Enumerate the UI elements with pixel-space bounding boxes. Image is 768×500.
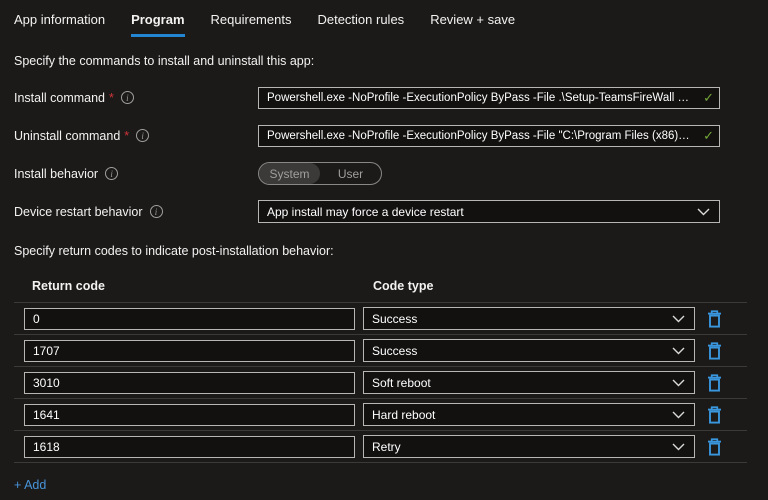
return-codes-table: Return code Code type Success Success <box>14 279 747 463</box>
chevron-down-icon <box>672 379 685 386</box>
info-icon[interactable]: i <box>105 167 119 180</box>
code-type-dropdown[interactable]: Success <box>363 307 695 330</box>
code-type-dropdown[interactable]: Soft reboot <box>363 371 695 394</box>
trash-icon <box>707 373 721 392</box>
uninstall-command-label-text: Uninstall command <box>14 128 121 143</box>
tab-app-information[interactable]: App information <box>14 12 105 37</box>
return-code-input[interactable] <box>24 307 355 330</box>
code-type-value: Success <box>372 311 418 326</box>
commands-intro-text: Specify the commands to install and unin… <box>14 54 315 68</box>
chevron-down-icon <box>672 443 685 450</box>
return-code-input[interactable] <box>24 371 355 394</box>
return-code-input[interactable] <box>24 403 355 426</box>
delete-row-button[interactable] <box>704 309 724 329</box>
device-restart-value: App install may force a device restart <box>267 204 464 219</box>
valid-check-icon: ✓ <box>703 127 714 143</box>
code-type-value: Success <box>372 343 418 358</box>
info-icon[interactable]: i <box>120 91 134 104</box>
delete-row-button[interactable] <box>704 373 724 393</box>
return-code-row: Success <box>14 334 747 366</box>
return-code-input[interactable] <box>24 435 355 458</box>
install-command-row: Install command * i Powershell.exe -NoPro… <box>14 86 754 109</box>
toggle-option-system[interactable]: System <box>259 163 320 184</box>
trash-icon <box>707 405 721 424</box>
install-command-input[interactable]: Powershell.exe -NoProfile -ExecutionPoli… <box>258 86 720 109</box>
program-tab-page: App information Program Requirements Det… <box>0 0 768 494</box>
tab-review-save[interactable]: Review + save <box>430 12 515 37</box>
header-return-code: Return code <box>32 279 105 293</box>
device-restart-label-text: Device restart behavior <box>14 204 143 219</box>
install-behavior-control: System User <box>258 162 720 185</box>
tab-program[interactable]: Program <box>131 12 185 37</box>
install-behavior-label: Install behavior i <box>14 167 258 181</box>
tab-detection-rules[interactable]: Detection rules <box>317 12 404 37</box>
chevron-down-icon <box>672 411 685 418</box>
tab-requirements[interactable]: Requirements <box>211 12 292 37</box>
delete-row-button[interactable] <box>704 405 724 425</box>
chevron-down-icon <box>672 315 685 322</box>
install-command-label-text: Install command <box>14 90 106 105</box>
install-behavior-label-text: Install behavior <box>14 166 99 181</box>
device-restart-control: App install may force a device restart <box>258 200 720 223</box>
code-type-value: Retry <box>372 439 401 454</box>
uninstall-command-value: Powershell.exe -NoProfile -ExecutionPoli… <box>267 129 690 142</box>
return-code-row: Success <box>14 302 747 334</box>
code-type-value: Soft reboot <box>372 375 431 390</box>
valid-check-icon: ✓ <box>703 89 714 105</box>
wizard-tab-bar: App information Program Requirements Det… <box>14 12 754 37</box>
code-type-dropdown[interactable]: Success <box>363 339 695 362</box>
code-type-value: Hard reboot <box>372 407 436 422</box>
delete-row-button[interactable] <box>704 437 724 457</box>
return-code-row: Retry <box>14 430 747 463</box>
return-code-row: Hard reboot <box>14 398 747 430</box>
code-type-dropdown[interactable]: Hard reboot <box>363 403 695 426</box>
trash-icon <box>707 309 721 328</box>
required-marker: * <box>109 90 114 105</box>
chevron-down-icon <box>672 347 685 354</box>
trash-icon <box>707 341 721 360</box>
install-command-control: Powershell.exe -NoProfile -ExecutionPoli… <box>258 86 720 109</box>
return-codes-header-row: Return code Code type <box>14 279 747 302</box>
return-code-row: Soft reboot <box>14 366 747 398</box>
add-return-code-link[interactable]: + Add <box>14 478 46 492</box>
device-restart-label: Device restart behavior i <box>14 205 258 219</box>
delete-row-button[interactable] <box>704 341 724 361</box>
device-restart-dropdown[interactable]: App install may force a device restart <box>258 200 720 223</box>
trash-icon <box>707 437 721 456</box>
install-behavior-row: Install behavior i System User <box>14 162 754 185</box>
uninstall-command-control: Powershell.exe -NoProfile -ExecutionPoli… <box>258 124 720 147</box>
install-command-value: Powershell.exe -NoProfile -ExecutionPoli… <box>267 91 690 104</box>
uninstall-command-label: Uninstall command * i <box>14 129 258 143</box>
return-codes-intro-text: Specify return codes to indicate post-in… <box>14 244 334 258</box>
info-icon[interactable]: i <box>136 129 150 142</box>
install-behavior-toggle[interactable]: System User <box>258 162 382 185</box>
info-icon[interactable]: i <box>149 205 163 218</box>
install-command-label: Install command * i <box>14 91 258 105</box>
return-code-input[interactable] <box>24 339 355 362</box>
toggle-option-user[interactable]: User <box>320 163 381 184</box>
chevron-down-icon <box>697 208 710 215</box>
device-restart-row: Device restart behavior i App install ma… <box>14 200 754 223</box>
uninstall-command-input[interactable]: Powershell.exe -NoProfile -ExecutionPoli… <box>258 124 720 147</box>
code-type-dropdown[interactable]: Retry <box>363 435 695 458</box>
uninstall-command-row: Uninstall command * i Powershell.exe -NoP… <box>14 124 754 147</box>
header-code-type: Code type <box>373 279 434 293</box>
required-marker: * <box>124 128 130 143</box>
